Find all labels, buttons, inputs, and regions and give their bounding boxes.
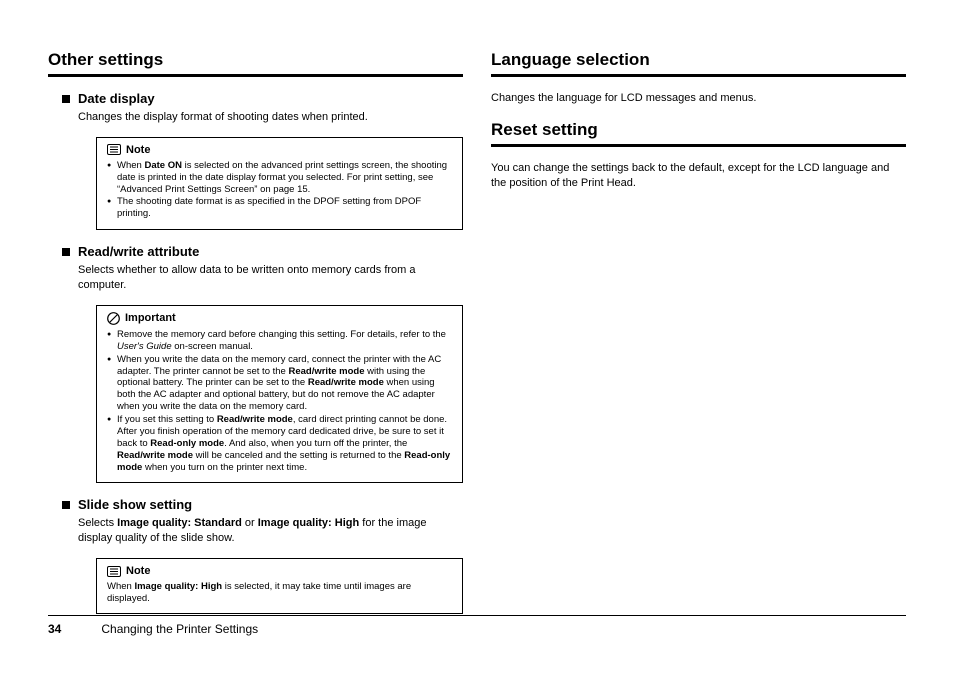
slide-desc: Selects Image quality: Standard or Image… [78,516,463,546]
slide-note-box: Note When Image quality: High is selecte… [96,558,463,614]
note-label: Note [126,565,150,577]
date-display-heading-row: Date display [62,91,463,106]
left-column: Other settings Date display Changes the … [48,50,463,628]
important-icon [107,312,120,325]
chapter-title: Changing the Printer Settings [101,622,258,636]
page-footer: 34 Changing the Printer Settings [48,615,906,636]
square-bullet-icon [62,501,70,509]
note-item: When Date ON is selected on the advanced… [107,160,452,196]
date-note-box: Note When Date ON is selected on the adv… [96,137,463,230]
slide-heading-row: Slide show setting [62,497,463,512]
square-bullet-icon [62,95,70,103]
rw-heading-row: Read/write attribute [62,244,463,259]
divider [491,74,906,77]
square-bullet-icon [62,248,70,256]
divider [48,74,463,77]
language-selection-heading: Language selection [491,50,906,70]
important-item: When you write the data on the memory ca… [107,354,452,413]
date-display-heading: Date display [78,91,155,106]
rw-desc: Selects whether to allow data to be writ… [78,263,463,293]
other-settings-heading: Other settings [48,50,463,70]
note-item: When Image quality: High is selected, it… [107,581,452,605]
rw-important-box: Important Remove the memory card before … [96,305,463,484]
slide-heading: Slide show setting [78,497,192,512]
date-display-desc: Changes the display format of shooting d… [78,110,463,125]
note-item: The shooting date format is as specified… [107,196,452,220]
note-icon [107,144,121,155]
note-icon [107,566,121,577]
important-item: If you set this setting to Read/write mo… [107,414,452,473]
divider [491,144,906,147]
note-label: Note [126,144,150,156]
rw-heading: Read/write attribute [78,244,199,259]
reset-setting-heading: Reset setting [491,120,906,140]
right-column: Language selection Changes the language … [491,50,906,628]
reset-setting-desc: You can change the settings back to the … [491,161,906,191]
page-number: 34 [48,622,61,636]
important-item: Remove the memory card before changing t… [107,329,452,353]
important-label: Important [125,312,176,324]
language-selection-desc: Changes the language for LCD messages an… [491,91,906,106]
